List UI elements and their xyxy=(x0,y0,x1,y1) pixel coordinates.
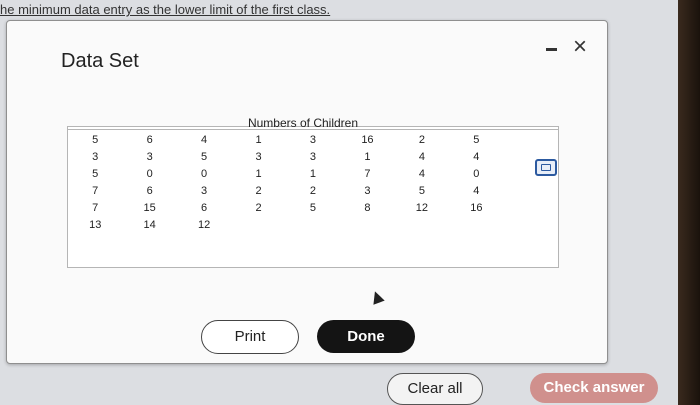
background-edge xyxy=(678,0,700,405)
data-column: 16 1 7 3 8 xyxy=(340,132,394,234)
data-cell: 6 xyxy=(146,134,153,146)
data-grid: 5 3 5 7 7 13 6 3 0 6 15 14 4 5 0 3 6 12 1 3 1 2 2 3 3 1 2 5 16 1 7 3 8 2 4… xyxy=(68,132,558,234)
data-cell: 6 xyxy=(146,185,153,197)
data-cell: 5 xyxy=(201,151,208,163)
data-cell: 3 xyxy=(92,151,99,163)
data-cell: 7 xyxy=(92,202,99,214)
data-cell: 2 xyxy=(418,134,425,146)
data-cell: 3 xyxy=(201,185,208,197)
data-set-dialog: Data Set × Numbers of Children 5 3 5 7 7 13 6 3… xyxy=(6,20,608,364)
data-cell: 1 xyxy=(364,151,371,163)
data-cell: 4 xyxy=(418,151,425,163)
question-text: he minimum data entry as the lower limit… xyxy=(0,2,331,17)
data-cell: 3 xyxy=(309,134,317,146)
data-cell: 2 xyxy=(309,185,317,197)
data-cell: 0 xyxy=(473,168,480,180)
data-column: 4 5 0 3 6 12 xyxy=(177,132,231,234)
data-column: 6 3 0 6 15 14 xyxy=(122,132,176,234)
data-cell: 5 xyxy=(92,168,99,180)
data-table: Numbers of Children 5 3 5 7 7 13 6 3 0 6 15 14 4 5 0 3 6… xyxy=(67,116,559,268)
data-cell: 7 xyxy=(364,168,371,180)
data-cell: 3 xyxy=(309,151,317,163)
data-cell: 4 xyxy=(473,185,480,197)
data-cell: 5 xyxy=(418,185,425,197)
done-button[interactable]: Done xyxy=(317,320,415,353)
data-cell: 4 xyxy=(473,151,480,163)
table-heading: Numbers of Children xyxy=(68,116,558,130)
print-button[interactable]: Print xyxy=(201,320,299,354)
data-cell: 2 xyxy=(255,185,262,197)
data-cell: 5 xyxy=(309,202,317,214)
data-cell: 3 xyxy=(146,151,153,163)
copy-to-clipboard-icon[interactable] xyxy=(535,159,557,176)
data-cell: 14 xyxy=(143,219,156,231)
data-column: 5 3 5 7 7 13 xyxy=(68,132,122,234)
data-cell: 1 xyxy=(309,168,317,180)
data-cell: 2 xyxy=(255,202,262,214)
data-cell: 5 xyxy=(473,134,480,146)
data-cell: 13 xyxy=(89,219,102,231)
data-cell: 1 xyxy=(255,168,262,180)
data-cell: 0 xyxy=(146,168,153,180)
data-cell: 6 xyxy=(201,202,208,214)
data-column xyxy=(504,132,558,234)
data-column: 3 3 1 2 5 xyxy=(286,132,340,234)
data-column: 1 3 1 2 2 xyxy=(231,132,285,234)
close-icon[interactable]: × xyxy=(569,35,591,59)
data-cell: 7 xyxy=(92,185,99,197)
data-cell: 5 xyxy=(92,134,99,146)
data-cell: 3 xyxy=(364,185,371,197)
data-column: 5 4 0 4 16 xyxy=(449,132,503,234)
data-cell: 0 xyxy=(201,168,208,180)
data-cell: 12 xyxy=(197,219,211,231)
data-cell: 12 xyxy=(415,202,428,214)
data-cell: 8 xyxy=(364,202,371,214)
data-cell: 1 xyxy=(255,134,262,146)
data-cell: 4 xyxy=(201,134,208,146)
check-answer-button[interactable]: Check answer xyxy=(530,373,658,403)
data-column: 2 4 4 5 12 xyxy=(395,132,449,234)
clear-all-button[interactable]: Clear all xyxy=(387,373,483,405)
data-cell: 16 xyxy=(470,202,483,214)
data-cell: 15 xyxy=(143,202,156,214)
data-cell: 3 xyxy=(255,151,262,163)
data-cell: 4 xyxy=(418,168,425,180)
dialog-title: Data Set xyxy=(61,50,139,72)
minimize-icon[interactable] xyxy=(542,41,560,57)
mouse-cursor-icon xyxy=(369,289,385,305)
data-cell: 16 xyxy=(361,134,374,146)
